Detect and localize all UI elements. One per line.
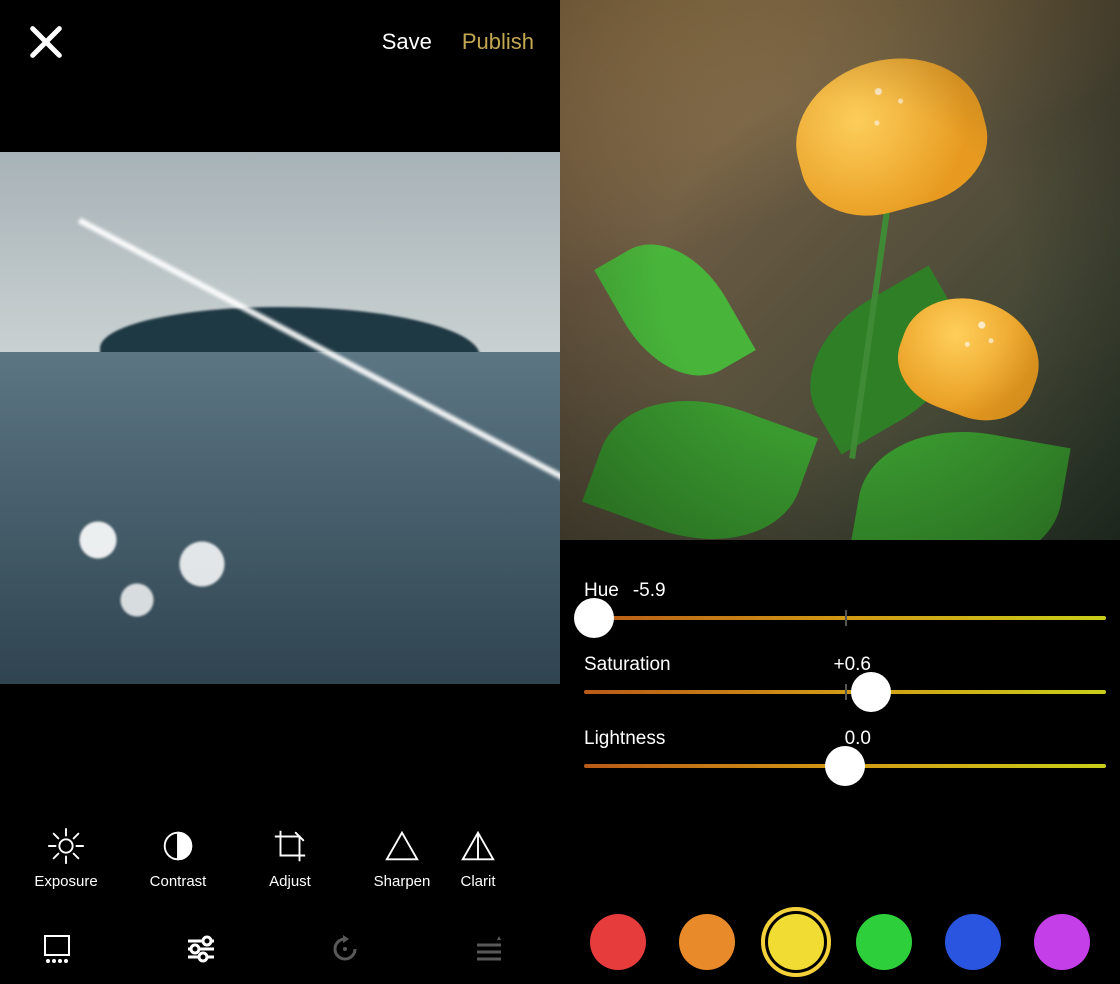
tool-sharpen[interactable]: Sharpen (346, 827, 458, 890)
color-swatch-row (560, 914, 1120, 970)
preset-icon (41, 933, 73, 965)
swatch-yellow[interactable] (768, 914, 824, 970)
top-actions: Save Publish (382, 29, 534, 55)
publish-button[interactable]: Publish (462, 29, 534, 55)
tab-sliders[interactable] (184, 932, 218, 966)
tab-effects[interactable] (472, 932, 506, 966)
vignette-overlay (560, 0, 1120, 540)
contrast-icon (159, 827, 197, 865)
effects-icon (473, 933, 505, 965)
slider-hue: Hue -5.9 (584, 580, 1106, 620)
photo-preview[interactable] (560, 0, 1120, 540)
sea-foam (20, 504, 280, 624)
sliders-icon (185, 933, 217, 965)
slider-lightness-thumb[interactable] (825, 746, 865, 786)
edit-tool-strip[interactable]: Exposure Contrast Adjust Sharpen Cl (0, 827, 560, 890)
tab-reset[interactable] (328, 932, 362, 966)
swatch-blue[interactable] (945, 914, 1001, 970)
tool-contrast[interactable]: Contrast (122, 827, 234, 890)
slider-lightness-track[interactable] (584, 764, 1106, 768)
tool-clarity[interactable]: Clarit (458, 827, 498, 890)
swatch-green[interactable] (856, 914, 912, 970)
tool-label: Sharpen (374, 873, 431, 890)
slider-label: Saturation (584, 654, 671, 676)
slider-saturation-track[interactable] (584, 690, 1106, 694)
tool-label: Clarit (460, 873, 495, 890)
slider-value: -5.9 (633, 580, 666, 602)
tool-adjust[interactable]: Adjust (234, 827, 346, 890)
slider-hue-thumb[interactable] (574, 598, 614, 638)
photo-preview[interactable] (0, 152, 560, 684)
tool-label: Adjust (269, 873, 311, 890)
save-button[interactable]: Save (382, 29, 432, 55)
crop-icon (271, 827, 309, 865)
close-icon (26, 22, 66, 62)
swatch-orange[interactable] (679, 914, 735, 970)
triangle-flip-icon (459, 827, 497, 865)
tab-preset[interactable] (40, 932, 74, 966)
sun-icon (47, 827, 85, 865)
swatch-magenta[interactable] (1034, 914, 1090, 970)
tool-exposure[interactable]: Exposure (10, 827, 122, 890)
top-bar: Save Publish (0, 0, 560, 84)
editor-screen-color: Hue -5.9 Saturation +0.6 Lightness 0.0 (560, 0, 1120, 984)
slider-hue-track[interactable] (584, 616, 1106, 620)
tool-label: Exposure (34, 873, 97, 890)
editor-screen-save: Save Publish Exposure Contrast (0, 0, 560, 984)
slider-saturation-thumb[interactable] (851, 672, 891, 712)
triangle-icon (383, 827, 421, 865)
slider-label: Lightness (584, 728, 665, 750)
bottom-tab-bar (0, 914, 560, 984)
color-sliders-panel: Hue -5.9 Saturation +0.6 Lightness 0.0 (560, 580, 1120, 802)
reset-icon (329, 933, 361, 965)
slider-center-mark (845, 684, 847, 700)
close-button[interactable] (26, 22, 66, 62)
tool-label: Contrast (150, 873, 207, 890)
slider-saturation: Saturation +0.6 (584, 654, 1106, 694)
slider-lightness: Lightness 0.0 (584, 728, 1106, 768)
slider-center-mark (845, 610, 847, 626)
swatch-red[interactable] (590, 914, 646, 970)
